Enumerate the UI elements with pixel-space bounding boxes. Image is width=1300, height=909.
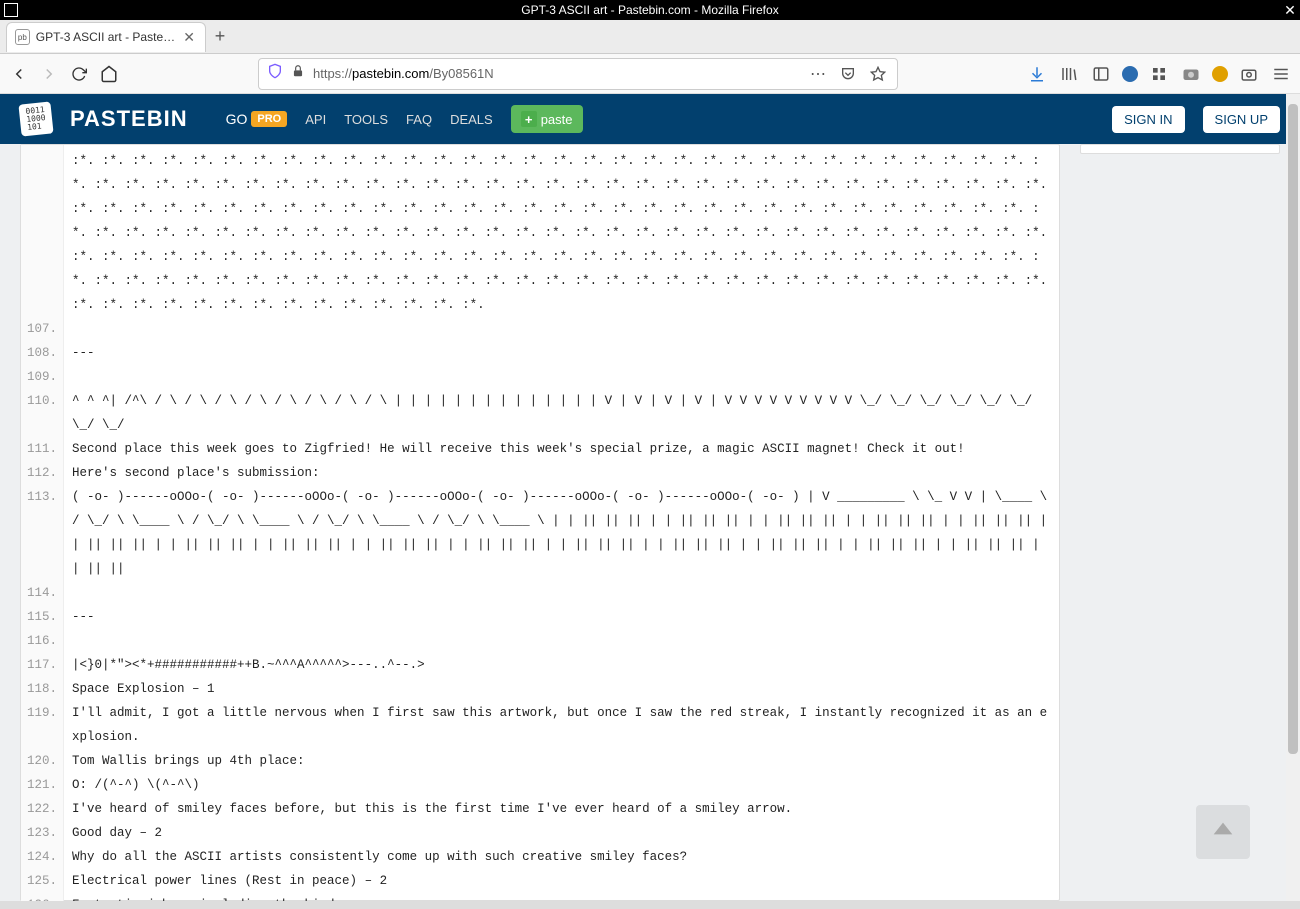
lock-icon[interactable] [291,64,305,83]
line-number: 113. [27,485,57,581]
page-actions-icon[interactable]: ⋯ [807,63,829,85]
line-number: 126. [27,893,57,901]
code-lines[interactable]: :*. :*. :*. :*. :*. :*. :*. :*. :*. :*. … [64,145,1059,901]
code-line: Fantastic job on including the birds. [72,893,1051,901]
url-bar[interactable]: https://pastebin.com/By08561N ⋯ [258,58,898,90]
line-number: 122. [27,797,57,821]
line-number: 116. [27,629,57,653]
code-line [72,581,1051,605]
line-number: 119. [27,701,57,749]
line-number: 108. [27,341,57,365]
code-line: ^ ^ ^| /^\ / \ / \ / \ / \ / \ / \ / \ /… [72,389,1051,437]
line-number: 114. [27,581,57,605]
line-number: 107. [27,317,57,341]
line-gutter: 107.108.109.110.111.112.113.114.115.116.… [21,145,64,901]
line-number: 110. [27,389,57,437]
code-line [72,317,1051,341]
sidebar-icon[interactable] [1090,63,1112,85]
nav-faq[interactable]: FAQ [406,112,432,127]
page-content: 107.108.109.110.111.112.113.114.115.116.… [0,144,1300,901]
site-header: 00111000101 PASTEBIN GO PRO API TOOLS FA… [0,94,1300,144]
code-area: 107.108.109.110.111.112.113.114.115.116.… [21,145,1059,901]
nav-deals[interactable]: DEALS [450,112,493,127]
code-line: Space Explosion – 1 [72,677,1051,701]
line-number: 123. [27,821,57,845]
new-tab-button[interactable]: + [206,23,234,51]
library-icon[interactable] [1058,63,1080,85]
line-number: 109. [27,365,57,389]
code-line: I'll admit, I got a little nervous when … [72,701,1051,749]
line-number: 115. [27,605,57,629]
tracking-shield-icon[interactable] [267,63,283,84]
url-text: https://pastebin.com/By08561N [313,66,494,81]
home-button[interactable] [98,60,120,88]
signin-button[interactable]: SIGN IN [1112,106,1184,133]
line-number: 125. [27,869,57,893]
line-number: 117. [27,653,57,677]
new-paste-button[interactable]: + paste [511,105,583,133]
code-line: Good day – 2 [72,821,1051,845]
code-line: Second place this week goes to Zigfried!… [72,437,1051,461]
code-line: O: /(^-^) \(^-^\) [72,773,1051,797]
code-line: Here's second place's submission: [72,461,1051,485]
forward-button[interactable] [38,60,60,88]
vertical-scrollbar[interactable] [1286,94,1300,901]
screenshot-icon[interactable] [1238,63,1260,85]
tab-close-icon[interactable]: ✕ [181,29,197,46]
tab-favicon: pb [15,29,30,45]
code-line [72,629,1051,653]
code-line [72,365,1051,389]
code-line: ( -o- )------oOOo-( -o- )------oOOo-( -o… [72,485,1051,581]
browser-toolbar: https://pastebin.com/By08561N ⋯ [0,54,1300,94]
scrollbar-thumb[interactable] [1288,104,1298,754]
scroll-to-top-button[interactable] [1196,805,1250,859]
downloads-icon[interactable] [1026,63,1048,85]
brand-name[interactable]: PASTEBIN [70,106,188,132]
plus-icon: + [521,111,537,127]
line-number: 111. [27,437,57,461]
line-number: 121. [27,773,57,797]
window-title: GPT-3 ASCII art - Pastebin.com - Mozilla… [521,3,778,17]
line-number [27,149,57,317]
extension-icon-3[interactable] [1180,63,1202,85]
line-number: 118. [27,677,57,701]
nav-tools[interactable]: TOOLS [344,112,388,127]
extension-icon-2[interactable] [1148,63,1170,85]
status-bar [0,901,1300,909]
sidebar-card [1080,144,1280,154]
browser-tabbar: pb GPT-3 ASCII art - Pastebin... ✕ + [0,20,1300,54]
pro-badge: PRO [251,111,287,127]
pastebin-logo[interactable]: 00111000101 [18,101,53,136]
extension-icon-4[interactable] [1212,66,1228,82]
extension-icon-1[interactable] [1122,66,1138,82]
pocket-icon[interactable] [837,63,859,85]
reload-button[interactable] [68,60,90,88]
toolbar-right-icons [1026,63,1292,85]
window-icon [4,3,18,17]
paste-card: 107.108.109.110.111.112.113.114.115.116.… [20,144,1060,901]
back-button[interactable] [8,60,30,88]
code-line: :*. :*. :*. :*. :*. :*. :*. :*. :*. :*. … [72,149,1051,317]
line-number: 112. [27,461,57,485]
signup-button[interactable]: SIGN UP [1203,106,1280,133]
code-line: Tom Wallis brings up 4th place: [72,749,1051,773]
code-line: --- [72,605,1051,629]
browser-tab[interactable]: pb GPT-3 ASCII art - Pastebin... ✕ [6,22,206,52]
code-line: --- [72,341,1051,365]
window-close-button[interactable]: ✕ [1280,0,1300,20]
code-line: |<}0|*"><*+###########++B.~^^^A^^^^^>---… [72,653,1051,677]
code-line: I've heard of smiley faces before, but t… [72,797,1051,821]
bookmark-star-icon[interactable] [867,63,889,85]
line-number: 120. [27,749,57,773]
code-line: Electrical power lines (Rest in peace) –… [72,869,1051,893]
go-pro-link[interactable]: GO PRO [226,111,288,127]
nav-api[interactable]: API [305,112,326,127]
tab-title: GPT-3 ASCII art - Pastebin... [36,30,176,44]
line-number: 124. [27,845,57,869]
menu-icon[interactable] [1270,63,1292,85]
code-line: Why do all the ASCII artists consistentl… [72,845,1051,869]
window-titlebar: GPT-3 ASCII art - Pastebin.com - Mozilla… [0,0,1300,20]
